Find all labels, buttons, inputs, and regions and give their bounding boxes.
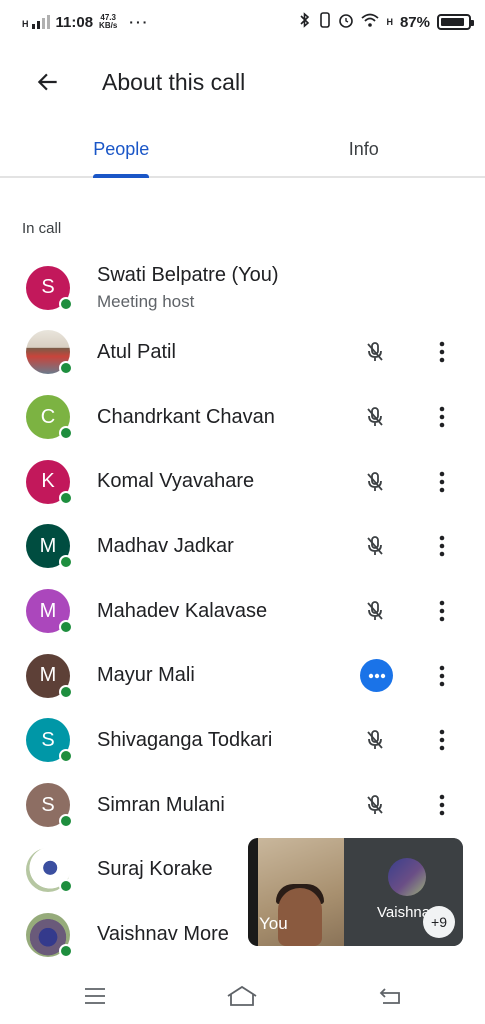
participant-row[interactable]: K Komal Vyavahare bbox=[0, 449, 485, 514]
online-indicator bbox=[59, 684, 73, 699]
mic-off-icon[interactable] bbox=[360, 467, 390, 497]
mic-off-icon[interactable] bbox=[360, 402, 390, 432]
online-indicator bbox=[59, 749, 73, 764]
participant-avatar bbox=[388, 858, 426, 896]
online-indicator bbox=[59, 943, 73, 958]
more-options-icon[interactable] bbox=[432, 596, 452, 626]
participant-name: Mahadev Kalavase bbox=[97, 599, 268, 622]
more-options-icon[interactable] bbox=[432, 467, 452, 497]
more-options-icon[interactable] bbox=[432, 790, 452, 820]
more-options-icon[interactable] bbox=[432, 531, 452, 561]
arrow-back-icon bbox=[37, 73, 57, 91]
alarm-icon bbox=[338, 12, 354, 32]
participant-row[interactable]: C Chandrkant Chavan bbox=[0, 385, 485, 450]
participant-tile-name: Vaishna bbox=[377, 904, 431, 921]
participant-name: Mayur Mali bbox=[97, 664, 195, 687]
avatar: M bbox=[26, 589, 73, 635]
clock: 11:08 bbox=[55, 13, 94, 31]
more-options-icon[interactable] bbox=[432, 725, 452, 755]
participant-name: Atul Patil bbox=[97, 340, 176, 363]
avatar: M bbox=[26, 524, 73, 570]
online-indicator bbox=[59, 878, 73, 893]
battery-icon bbox=[437, 14, 474, 30]
participant-name: Madhav Jadkar bbox=[97, 534, 234, 557]
section-header-in-call: In call bbox=[22, 220, 62, 237]
avatar: S bbox=[26, 783, 73, 829]
participant-row[interactable]: S Shivaganga Todkari bbox=[0, 708, 485, 773]
participant-name: Swati Belpatre (You) bbox=[97, 263, 279, 286]
online-indicator bbox=[59, 426, 73, 441]
participant-row[interactable]: M Madhav Jadkar bbox=[0, 514, 485, 579]
avatar: C bbox=[26, 395, 73, 441]
more-options-icon[interactable] bbox=[432, 661, 452, 691]
participant-name: Suraj Korake bbox=[97, 858, 213, 881]
bluetooth-icon bbox=[298, 12, 312, 32]
more-options-icon[interactable] bbox=[432, 337, 452, 367]
speaking-icon bbox=[360, 659, 393, 693]
status-bar: H 11:08 47.3 KB/s ··· H 87% bbox=[0, 0, 485, 44]
participant-name: Vaishnav More bbox=[97, 923, 229, 946]
app-bar: About this call bbox=[0, 52, 485, 112]
avatar: M bbox=[26, 653, 73, 699]
tab-info[interactable]: Info bbox=[243, 122, 485, 176]
back-button[interactable] bbox=[24, 58, 72, 106]
online-indicator bbox=[59, 361, 73, 376]
participant-name: Simran Mulani bbox=[97, 793, 225, 816]
vibrate-icon bbox=[319, 12, 331, 32]
avatar: S bbox=[26, 265, 73, 311]
avatar bbox=[26, 847, 73, 893]
online-indicator bbox=[59, 296, 73, 311]
back-nav-icon[interactable] bbox=[370, 976, 410, 1016]
home-icon[interactable] bbox=[222, 976, 262, 1016]
avatar: S bbox=[26, 718, 73, 764]
battery-percent: 87% bbox=[399, 13, 430, 31]
online-indicator bbox=[59, 620, 73, 635]
self-label: You bbox=[259, 914, 288, 933]
avatar: K bbox=[26, 459, 73, 505]
mic-off-icon[interactable] bbox=[360, 337, 390, 367]
tab-bar: People Info bbox=[0, 122, 485, 178]
tab-people[interactable]: People bbox=[0, 122, 243, 176]
mic-off-icon[interactable] bbox=[360, 725, 390, 755]
more-participants-badge: +9 bbox=[423, 906, 455, 938]
online-indicator bbox=[59, 814, 73, 829]
participant-role: Meeting host bbox=[97, 291, 195, 311]
online-indicator bbox=[59, 490, 73, 505]
mic-off-icon[interactable] bbox=[360, 790, 390, 820]
network-type: H bbox=[22, 19, 29, 29]
call-preview-pip[interactable]: You Vaishna +9 bbox=[248, 838, 463, 946]
mic-off-icon[interactable] bbox=[360, 596, 390, 626]
network-speed: 47.3 KB/s bbox=[99, 13, 118, 30]
page-title: About this call bbox=[102, 68, 246, 95]
participant-row[interactable]: M Mahadev Kalavase bbox=[0, 579, 485, 644]
participant-row[interactable]: M Mayur Mali bbox=[0, 643, 485, 708]
avatar bbox=[26, 912, 73, 958]
self-video-tile: You bbox=[248, 838, 344, 946]
mic-off-icon[interactable] bbox=[360, 531, 390, 561]
participant-name: Shivaganga Todkari bbox=[97, 728, 273, 751]
participant-video-tile: Vaishna +9 bbox=[344, 838, 463, 946]
online-indicator bbox=[59, 555, 73, 570]
participant-row[interactable]: Atul Patil bbox=[0, 320, 485, 385]
system-nav-bar bbox=[0, 968, 485, 1024]
wifi-icon bbox=[361, 13, 380, 31]
signal-icon: H bbox=[22, 15, 50, 29]
participant-row[interactable]: S Simran Mulani bbox=[0, 773, 485, 838]
participant-name: Chandrkant Chavan bbox=[97, 405, 275, 428]
participant-row[interactable]: S Swati Belpatre (You) Meeting host bbox=[0, 255, 485, 320]
network-type-right: H bbox=[386, 16, 393, 27]
more-options-icon[interactable] bbox=[432, 402, 452, 432]
avatar bbox=[26, 330, 73, 376]
menu-icon[interactable] bbox=[75, 976, 115, 1016]
participant-name: Komal Vyavahare bbox=[97, 470, 255, 493]
overflow-dots: ··· bbox=[129, 14, 150, 30]
